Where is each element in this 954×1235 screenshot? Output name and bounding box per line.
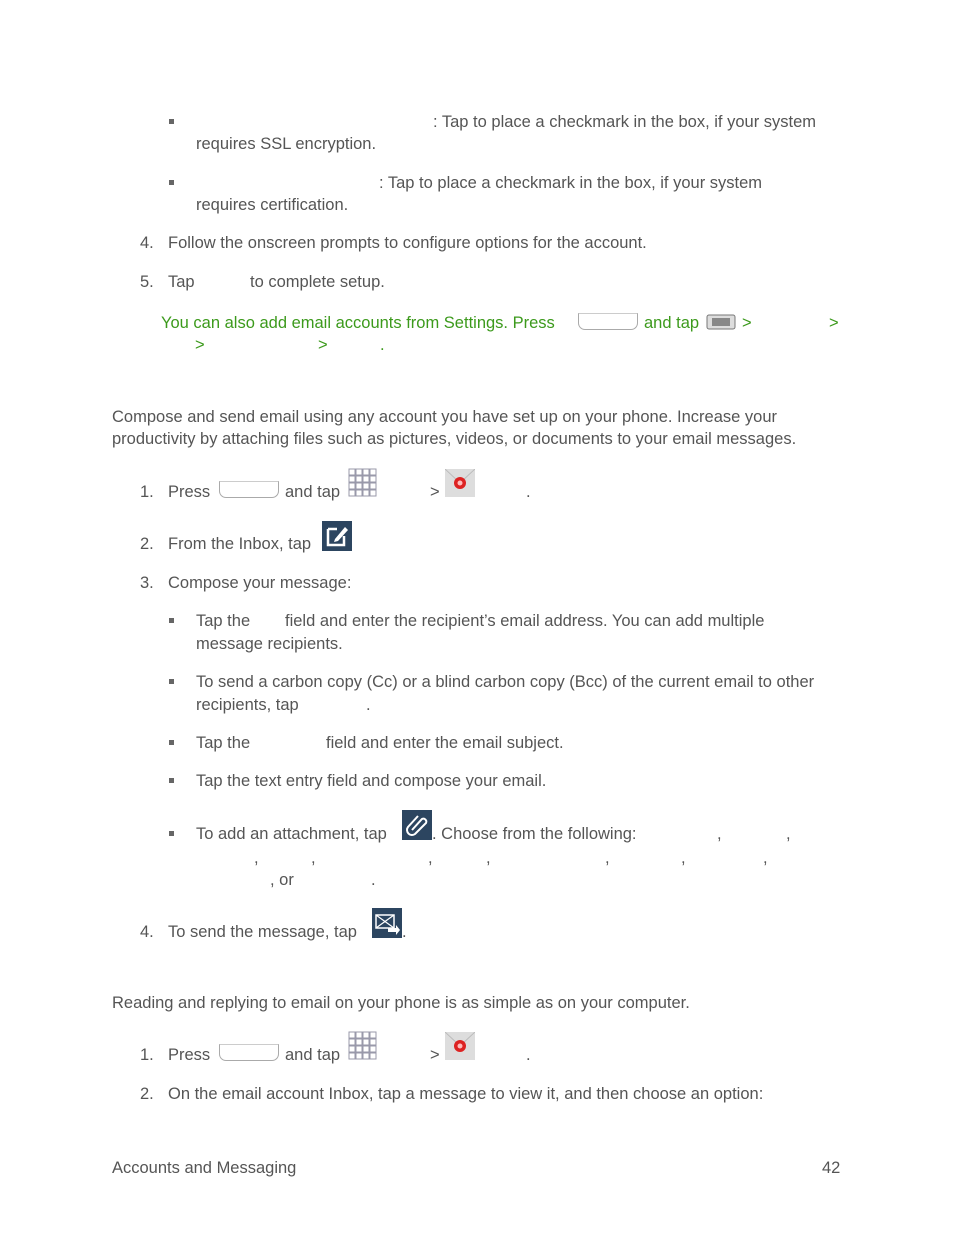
note-text: and tap xyxy=(644,314,700,332)
bullet xyxy=(169,778,174,783)
menu-key-icon xyxy=(706,314,736,330)
document-page: : Tap to place a checkmark in the box, i… xyxy=(0,0,954,1235)
text: , xyxy=(605,849,610,867)
text: To send the message, tap xyxy=(168,923,357,941)
text: message recipients. xyxy=(196,635,343,653)
text: Follow the onscreen prompts to configure… xyxy=(168,234,647,252)
text: , xyxy=(763,849,768,867)
apps-grid-icon xyxy=(348,468,377,497)
text: > xyxy=(430,483,440,501)
text: , xyxy=(486,849,491,867)
page-number: 42 xyxy=(822,1159,841,1177)
bullet xyxy=(169,679,174,684)
text: , xyxy=(428,849,433,867)
home-key-icon xyxy=(219,481,279,498)
text: . xyxy=(366,696,371,714)
text: requires SSL encryption. xyxy=(196,135,377,153)
note-text: > xyxy=(318,336,328,354)
text: to complete setup. xyxy=(250,273,385,291)
text: recipients, tap xyxy=(196,696,299,714)
text: Compose your message: xyxy=(168,574,352,592)
text: : Tap to place a checkmark in the box, i… xyxy=(433,113,817,131)
text: On the email account Inbox, tap a messag… xyxy=(168,1085,764,1103)
bullet xyxy=(169,618,174,623)
text: field and enter the email subject. xyxy=(326,734,564,752)
text: Tap the xyxy=(196,734,251,752)
home-key-icon xyxy=(578,313,638,330)
note-text: . xyxy=(380,336,385,354)
text: field and enter the recipient’s email ad… xyxy=(285,612,765,630)
text: requires certification. xyxy=(196,196,349,214)
text: . xyxy=(526,483,531,501)
email-app-icon xyxy=(445,469,475,497)
attach-paperclip-icon xyxy=(402,810,432,840)
send-email-icon xyxy=(372,908,402,938)
text: Tap xyxy=(168,273,195,291)
step-number: 1. xyxy=(140,483,154,501)
text: , or xyxy=(270,871,294,889)
step-number: 4. xyxy=(140,234,154,252)
bullet xyxy=(169,180,174,185)
text: To add an attachment, tap xyxy=(196,825,387,843)
note-text: > xyxy=(829,314,839,332)
text: . xyxy=(402,923,407,941)
text: , xyxy=(311,849,316,867)
text: Tap the xyxy=(196,612,251,630)
step-number: 2. xyxy=(140,1085,154,1103)
apps-grid-icon xyxy=(348,1031,377,1060)
text: From the Inbox, tap xyxy=(168,535,312,553)
text: Press xyxy=(168,483,211,501)
note-text: > xyxy=(195,336,205,354)
step-number: 3. xyxy=(140,574,154,592)
text: , xyxy=(786,825,791,843)
text: . Choose from the following: xyxy=(432,825,637,843)
bullet xyxy=(169,831,174,836)
email-app-icon xyxy=(445,1032,475,1060)
text: , xyxy=(254,849,259,867)
text: , xyxy=(717,825,722,843)
step-number: 4. xyxy=(140,923,154,941)
text: : Tap to place a checkmark in the box, i… xyxy=(379,174,763,192)
text: To send a carbon copy (Cc) or a blind ca… xyxy=(196,673,815,691)
text: and tap xyxy=(285,1046,341,1064)
text: . xyxy=(526,1046,531,1064)
text: Compose and send email using any account… xyxy=(112,408,778,426)
note-text: > xyxy=(742,314,752,332)
step-number: 1. xyxy=(140,1046,154,1064)
home-key-icon xyxy=(219,1044,279,1061)
text: and tap xyxy=(285,483,341,501)
text: . xyxy=(371,871,376,889)
text: Reading and replying to email on your ph… xyxy=(112,994,690,1012)
text: , xyxy=(681,849,686,867)
text: productivity by attaching files such as … xyxy=(112,430,797,448)
text: > xyxy=(430,1046,440,1064)
text: Press xyxy=(168,1046,211,1064)
step-number: 2. xyxy=(140,535,154,553)
bullet xyxy=(169,740,174,745)
step-number: 5. xyxy=(140,273,154,291)
footer-section: Accounts and Messaging xyxy=(112,1159,297,1177)
text: Tap the text entry field and compose you… xyxy=(196,772,547,790)
bullet xyxy=(169,119,174,124)
note-text: You can also add email accounts from Set… xyxy=(161,314,555,332)
compose-icon xyxy=(322,521,352,551)
